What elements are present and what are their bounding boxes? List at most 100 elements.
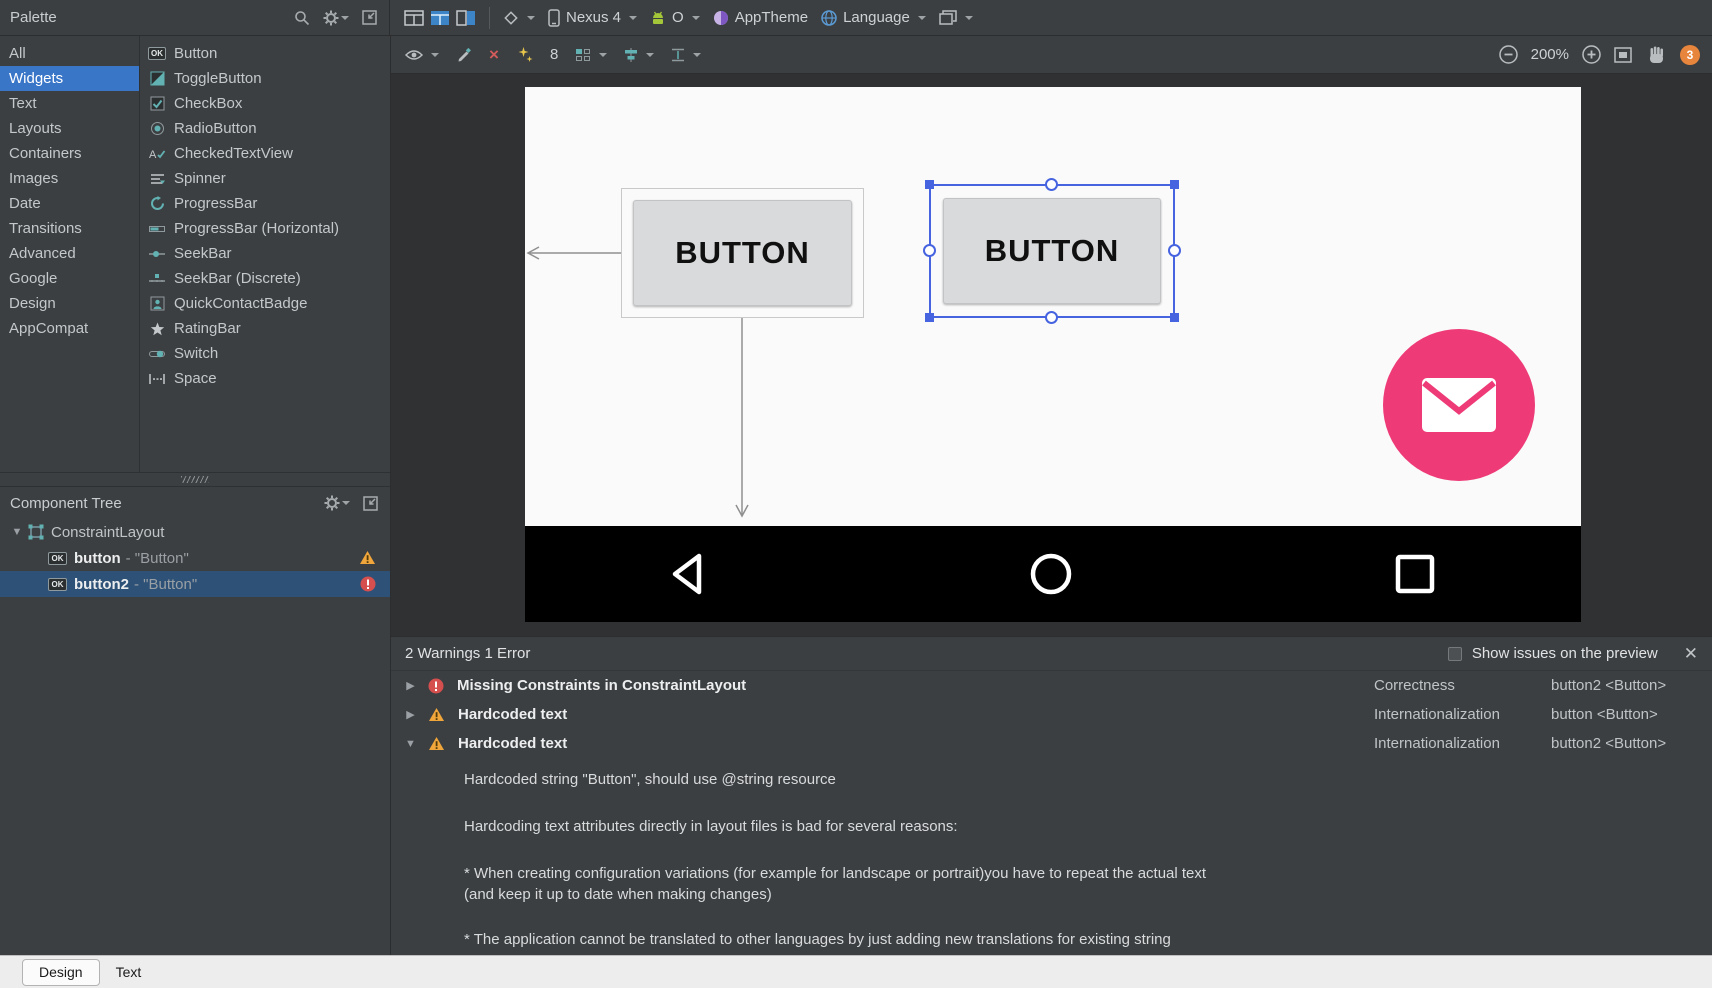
palette-widget-progressbar-horizontal[interactable]: ProgressBar (Horizontal) bbox=[140, 216, 390, 241]
tab-design[interactable]: Design bbox=[22, 958, 100, 986]
nav-home-icon[interactable] bbox=[1027, 550, 1075, 598]
tree-item-button[interactable]: OK button - "Button" bbox=[0, 545, 390, 571]
palette-widget-checkbox[interactable]: CheckBox bbox=[140, 91, 390, 116]
expand-arrow-icon[interactable]: ▶ bbox=[403, 708, 418, 721]
phone-icon bbox=[548, 8, 560, 27]
constraint-anchor-left[interactable] bbox=[923, 244, 936, 257]
collapse-arrow-icon[interactable]: ▼ bbox=[8, 526, 26, 538]
pack-selector[interactable] bbox=[575, 48, 608, 62]
expand-arrow-icon[interactable]: ▶ bbox=[403, 679, 418, 692]
view-options-selector[interactable] bbox=[405, 49, 439, 61]
issue-component: button <Button> bbox=[1551, 706, 1658, 723]
palette-widget-button[interactable]: OK Button bbox=[140, 41, 390, 66]
gear-icon[interactable] bbox=[323, 10, 349, 26]
palette-category-date[interactable]: Date bbox=[0, 191, 139, 216]
design-view-icon[interactable] bbox=[404, 9, 424, 26]
constraint-anchor-right[interactable] bbox=[1168, 244, 1181, 257]
palette-category-all[interactable]: All bbox=[0, 41, 139, 66]
button1[interactable]: BUTTON bbox=[633, 200, 852, 306]
palette-widget-ratingbar[interactable]: RatingBar bbox=[140, 316, 390, 341]
zoom-in-icon[interactable] bbox=[1582, 45, 1601, 64]
constraint-anchor-bottom[interactable] bbox=[1045, 311, 1058, 324]
show-issues-checkbox[interactable] bbox=[1447, 646, 1462, 661]
align-selector[interactable] bbox=[624, 47, 655, 62]
widget-label: CheckedTextView bbox=[174, 145, 293, 162]
progressbar-horizontal-icon bbox=[148, 220, 166, 237]
palette-widget-switch[interactable]: Switch bbox=[140, 341, 390, 366]
palette-widget-progressbar[interactable]: ProgressBar bbox=[140, 191, 390, 216]
palette-category-widgets[interactable]: Widgets bbox=[0, 66, 139, 91]
palette-widget-space[interactable]: Space bbox=[140, 366, 390, 391]
palette-widget-togglebutton[interactable]: ToggleButton bbox=[140, 66, 390, 91]
zoom-out-icon[interactable] bbox=[1498, 45, 1518, 64]
button2-widget-selected[interactable]: BUTTON bbox=[923, 178, 1181, 324]
issue-detail-line: Hardcoded string "Button", should use @s… bbox=[464, 771, 836, 788]
lint-issues-panel: 2 Warnings 1 Error Show issues on the pr… bbox=[390, 636, 1712, 955]
resize-handle-top-left[interactable] bbox=[925, 180, 934, 189]
palette-widget-checkedtextview[interactable]: A CheckedTextView bbox=[140, 141, 390, 166]
guidelines-selector[interactable] bbox=[671, 48, 702, 62]
palette-category-appcompat[interactable]: AppCompat bbox=[0, 316, 139, 341]
palette-category-advanced[interactable]: Advanced bbox=[0, 241, 139, 266]
tree-item-constraintlayout[interactable]: ▼ ConstraintLayout bbox=[0, 519, 390, 545]
palette-category-containers[interactable]: Containers bbox=[0, 141, 139, 166]
search-icon[interactable] bbox=[294, 10, 310, 26]
button1-label: BUTTON bbox=[675, 235, 810, 270]
split-view-icon[interactable] bbox=[456, 9, 476, 26]
blueprint-view-icon[interactable] bbox=[430, 10, 450, 26]
zoom-to-fit-icon[interactable] bbox=[1614, 46, 1632, 63]
palette-widget-seekbar[interactable]: SeekBar bbox=[140, 241, 390, 266]
splitter-grip[interactable] bbox=[181, 476, 209, 483]
issue-category: Internationalization bbox=[1374, 735, 1500, 752]
constraint-anchor-top[interactable] bbox=[1045, 178, 1058, 191]
widget-label: Button bbox=[174, 45, 218, 62]
palette-widget-quickcontactbadge[interactable]: QuickContactBadge bbox=[140, 291, 390, 316]
issue-row-hardcoded-text-1[interactable]: ▶ Hardcoded text Internationalization bu… bbox=[391, 700, 1712, 729]
device-screen[interactable]: BUTTON BUTTON bbox=[525, 87, 1581, 526]
theme-selector[interactable]: AppTheme bbox=[713, 9, 808, 26]
api-version-selector[interactable]: O bbox=[650, 9, 700, 26]
nav-back-icon[interactable] bbox=[665, 550, 713, 598]
autoconnect-icon[interactable] bbox=[456, 47, 472, 63]
resize-handle-top-right[interactable] bbox=[1170, 180, 1179, 189]
tree-item-label: ConstraintLayout bbox=[51, 523, 165, 541]
issue-row-hardcoded-text-2[interactable]: ▼ Hardcoded text Internationalization bu… bbox=[391, 729, 1712, 758]
issue-row-missing-constraints[interactable]: ▶ Missing Constraints in ConstraintLayou… bbox=[391, 671, 1712, 700]
floating-action-button[interactable] bbox=[1383, 329, 1535, 481]
palette-widget-seekbar-discrete[interactable]: SeekBar (Discrete) bbox=[140, 266, 390, 291]
button2[interactable]: BUTTON bbox=[943, 198, 1161, 304]
palette-category-google[interactable]: Google bbox=[0, 266, 139, 291]
collapse-arrow-icon[interactable]: ▼ bbox=[403, 738, 418, 750]
pan-hand-icon[interactable] bbox=[1645, 44, 1667, 65]
orientation-selector[interactable] bbox=[503, 10, 535, 26]
clear-constraints-icon[interactable]: × bbox=[489, 46, 499, 63]
palette-category-layouts[interactable]: Layouts bbox=[0, 116, 139, 141]
tree-item-id: button2 bbox=[74, 575, 129, 593]
variant-selector[interactable] bbox=[939, 10, 973, 25]
palette-widget-radiobutton[interactable]: RadioButton bbox=[140, 116, 390, 141]
tab-text[interactable]: Text bbox=[100, 959, 158, 986]
palette-category-text[interactable]: Text bbox=[0, 91, 139, 116]
infer-constraints-icon[interactable] bbox=[516, 46, 533, 63]
pin-panel-icon[interactable] bbox=[362, 10, 377, 25]
device-selector[interactable]: Nexus 4 bbox=[548, 8, 638, 27]
close-icon[interactable]: ✕ bbox=[1684, 644, 1698, 664]
issues-panel-header: 2 Warnings 1 Error Show issues on the pr… bbox=[391, 637, 1712, 671]
default-margin-value[interactable]: 8 bbox=[550, 46, 558, 63]
palette-category-images[interactable]: Images bbox=[0, 166, 139, 191]
palette-panel: All Widgets Text Layouts Containers Imag… bbox=[0, 36, 390, 472]
language-selector[interactable]: Language bbox=[821, 9, 926, 26]
palette-category-design[interactable]: Design bbox=[0, 291, 139, 316]
gear-icon[interactable] bbox=[324, 495, 350, 511]
pin-panel-icon[interactable] bbox=[363, 495, 378, 511]
palette-category-transitions[interactable]: Transitions bbox=[0, 216, 139, 241]
panel-splitter[interactable] bbox=[0, 472, 390, 486]
button1-widget[interactable]: BUTTON bbox=[621, 188, 864, 318]
design-canvas[interactable]: BUTTON BUTTON bbox=[390, 74, 1712, 636]
palette-widget-spinner[interactable]: Spinner bbox=[140, 166, 390, 191]
nav-recents-icon[interactable] bbox=[1391, 550, 1439, 598]
tree-item-button2[interactable]: OK button2 - "Button" bbox=[0, 571, 390, 597]
resize-handle-bottom-left[interactable] bbox=[925, 313, 934, 322]
resize-handle-bottom-right[interactable] bbox=[1170, 313, 1179, 322]
render-issues-badge[interactable]: 3 bbox=[1680, 44, 1700, 65]
